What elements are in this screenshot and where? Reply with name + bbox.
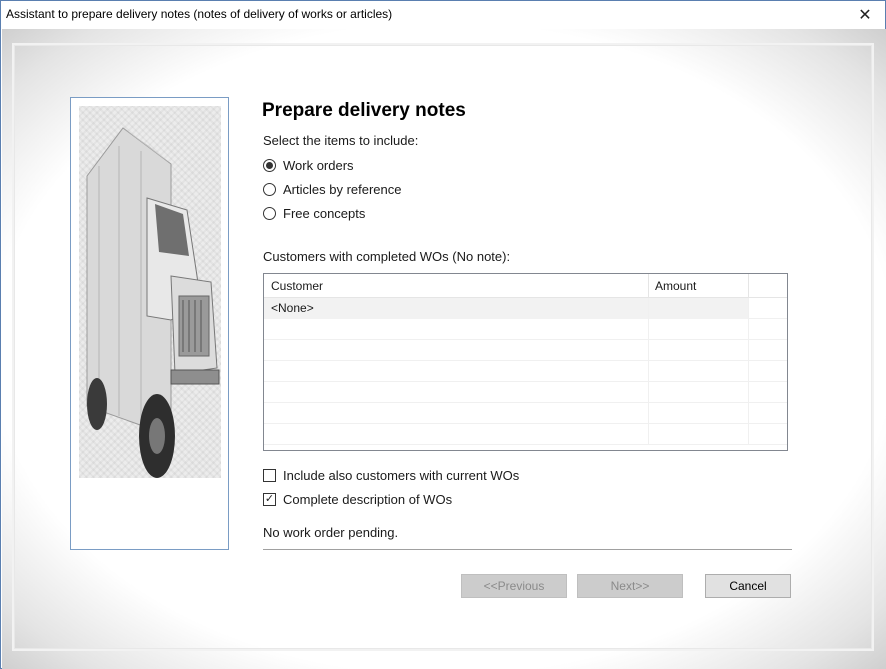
title-bar: Assistant to prepare delivery notes (not…	[1, 1, 885, 29]
radio-articles-by-reference[interactable]: Articles by reference	[263, 182, 402, 197]
radio-label: Articles by reference	[283, 182, 402, 197]
status-text: No work order pending.	[263, 525, 399, 540]
customers-label: Customers with completed WOs (No note):	[263, 249, 511, 264]
wizard-window: Assistant to prepare delivery notes (not…	[0, 0, 886, 669]
close-button[interactable]: ✕	[845, 1, 885, 29]
cell-amount	[649, 298, 749, 319]
column-header-amount[interactable]: Amount	[649, 274, 749, 298]
checkmark-icon: ✓	[264, 493, 275, 505]
table-row-empty	[264, 319, 787, 340]
complete-description-checkbox[interactable]: ✓ Complete description of WOs	[263, 492, 452, 507]
radio-indicator[interactable]	[263, 159, 276, 172]
close-icon: ✕	[858, 7, 872, 24]
customers-table[interactable]: Customer Amount <None>	[263, 273, 788, 451]
checkbox-indicator[interactable]	[263, 469, 276, 482]
page-title: Prepare delivery notes	[262, 100, 466, 121]
table-row-empty	[264, 382, 787, 403]
cancel-button[interactable]: Cancel	[705, 574, 791, 598]
checkbox-label: Include also customers with current WOs	[283, 468, 520, 483]
table-row-empty	[264, 403, 787, 424]
radio-work-orders[interactable]: Work orders	[263, 158, 354, 173]
table-row[interactable]: <None>	[264, 298, 787, 319]
checkbox-label: Complete description of WOs	[283, 492, 453, 507]
checkbox-indicator[interactable]: ✓	[263, 493, 276, 506]
table-header: Customer Amount	[264, 274, 787, 298]
include-current-wos-checkbox[interactable]: Include also customers with current WOs	[263, 468, 519, 483]
radio-label: Work orders	[283, 158, 354, 173]
radio-label: Free concepts	[283, 206, 366, 221]
next-button[interactable]: Next>>	[577, 574, 683, 598]
radio-indicator[interactable]	[263, 183, 276, 196]
divider	[263, 549, 792, 550]
table-row-empty	[264, 361, 787, 382]
cell-customer: <None>	[264, 298, 649, 319]
table-row-empty	[264, 424, 787, 445]
column-header-customer[interactable]: Customer	[264, 274, 649, 298]
window-title: Assistant to prepare delivery notes (not…	[6, 7, 393, 21]
delivery-truck-icon	[79, 106, 221, 478]
previous-button[interactable]: <<Previous	[461, 574, 567, 598]
illustration-panel	[70, 97, 229, 550]
radio-indicator[interactable]	[263, 207, 276, 220]
table-row-empty	[264, 340, 787, 361]
radio-free-concepts[interactable]: Free concepts	[263, 206, 365, 221]
select-items-label: Select the items to include:	[263, 133, 419, 148]
